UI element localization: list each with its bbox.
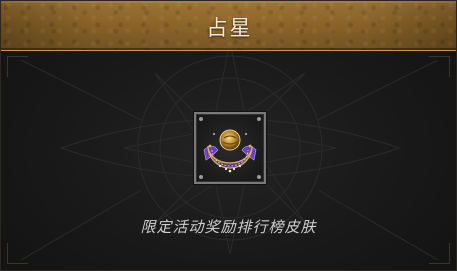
reward-description: 限定活动奖励排行榜皮肤 xyxy=(140,218,317,236)
astrology-dialog: 占星 限定活动奖励排行榜皮肤 xyxy=(0,0,457,271)
dialog-header: 占星 xyxy=(1,1,456,51)
crescent-moon-astrology-emblem-icon xyxy=(203,129,257,173)
corner-ornament-bottom-right xyxy=(429,243,450,264)
corner-ornament-top-right xyxy=(429,56,450,77)
corner-ornament-top-left xyxy=(7,56,28,77)
corner-ornament-bottom-left xyxy=(7,243,28,264)
dialog-title: 占星 xyxy=(206,16,253,40)
reward-item-slot[interactable] xyxy=(194,112,266,184)
